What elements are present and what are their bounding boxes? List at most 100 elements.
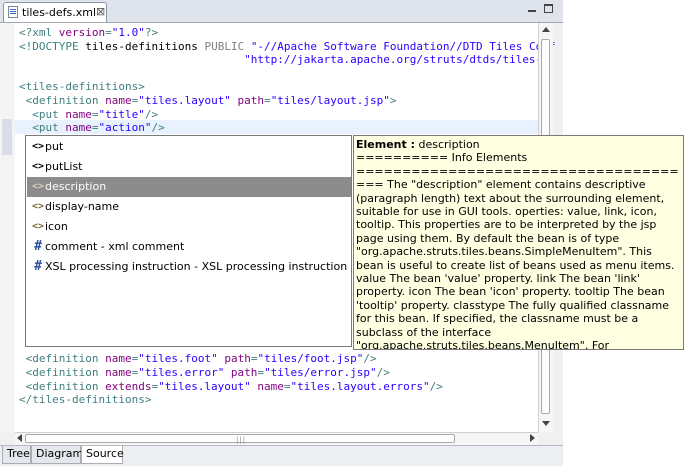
code-token: <definition <box>19 366 106 379</box>
proposal-item[interactable]: <> put <box>27 137 351 157</box>
info-header-value: description <box>415 138 480 151</box>
info-text: Element : description ========== Info El… <box>356 138 682 350</box>
code-token: /> <box>376 366 390 379</box>
proposal-label: icon <box>45 220 68 233</box>
code-token: PUBLIC <box>204 39 251 53</box>
scroll-left-icon[interactable] <box>17 434 22 442</box>
proposal-item-selected[interactable]: <> description <box>27 177 351 197</box>
proposal-label: putList <box>45 160 83 173</box>
code-line[interactable]: <put name="title"/> <box>19 108 158 122</box>
code-token: "http://jakarta.apache.org/struts/dtds/t… <box>19 53 549 67</box>
editor-tab[interactable]: tiles-defs.xml ⊠ <box>3 2 107 22</box>
code-token: extends <box>105 379 152 393</box>
code-line[interactable]: </tiles-definitions> <box>19 393 151 407</box>
editor-page-tabs: Tree Diagram Source <box>0 445 563 466</box>
element-optional-icon: <> <box>31 221 45 232</box>
code-token: name <box>65 107 92 121</box>
element-icon: <> <box>31 161 45 172</box>
code-token: <definition <box>19 352 106 366</box>
tab-tree[interactable]: Tree <box>2 446 31 464</box>
proposal-item[interactable]: # comment - xml comment <box>27 237 351 257</box>
code-token: <definition <box>19 379 106 393</box>
code-token: "tiles/layout.jsp" <box>270 94 390 107</box>
close-tab-icon[interactable]: ⊠ <box>96 5 105 18</box>
tab-diagram[interactable]: Diagram <box>31 446 83 464</box>
content-assist-popup: <> put <> putList <> description <> disp… <box>25 135 352 347</box>
horizontal-scrollbar[interactable]: ||| <box>15 432 538 445</box>
code-token: = <box>105 26 112 39</box>
tab-source[interactable]: Source <box>81 446 124 464</box>
code-token: /> <box>363 352 377 366</box>
code-token: "tiles.foot" <box>138 352 218 366</box>
element-icon: <> <box>31 141 45 152</box>
editor-tab-bar: tiles-defs.xml ⊠ <box>0 0 563 23</box>
code-line[interactable]: <definition extends="tiles.layout" name=… <box>19 380 443 394</box>
code-token: "-//Apache Software Foundation//DTD Tile… <box>250 39 556 53</box>
ruler-highlight <box>2 119 12 155</box>
comment-icon: # <box>34 239 42 254</box>
code-token: <put <box>19 121 66 135</box>
editor-tab-title: tiles-defs.xml <box>22 6 97 19</box>
code-token: name <box>250 379 284 393</box>
code-token: "tiles.layout" <box>138 94 231 107</box>
code-token: "title" <box>98 107 145 121</box>
proposal-label: XSL processing instruction - XSL process… <box>45 260 348 273</box>
element-optional-icon: <> <box>31 181 45 192</box>
code-token: tiles-definitions <box>85 39 205 53</box>
editor-left-ruler <box>0 23 16 432</box>
code-line[interactable]: <definition name="tiles.foot" path="tile… <box>19 352 377 366</box>
code-token: "1.0" <box>111 26 145 39</box>
proposal-label: display-name <box>45 200 120 213</box>
code-token: path <box>224 366 258 379</box>
code-line[interactable]: "http://jakarta.apache.org/struts/dtds/t… <box>19 53 549 67</box>
code-token: > <box>389 94 397 107</box>
horizontal-scroll-thumb[interactable]: ||| <box>25 434 455 444</box>
xml-file-icon <box>8 6 18 18</box>
code-token: version <box>58 26 106 39</box>
additional-info-popup: Element : description ========== Info El… <box>353 135 684 350</box>
code-token: path <box>217 352 251 366</box>
code-token: name <box>65 121 92 135</box>
scroll-down-icon[interactable] <box>542 421 550 426</box>
proposal-label: put <box>45 140 64 153</box>
code-token: path <box>230 94 265 107</box>
code-token: name <box>105 352 132 366</box>
code-token: <definition <box>19 94 106 107</box>
code-token: name <box>105 94 132 107</box>
code-line[interactable]: <!DOCTYPE tiles-definitions PUBLIC "-//A… <box>19 40 555 54</box>
code-token: name <box>105 366 132 379</box>
code-token: "tiles/error.jsp" <box>264 366 377 379</box>
maximize-icon[interactable] <box>544 4 553 13</box>
code-token: = <box>264 94 271 107</box>
info-body: ========== Info Elements ===============… <box>356 151 679 350</box>
minimize-icon[interactable] <box>527 4 537 14</box>
code-token: ?> <box>144 26 159 39</box>
code-token: <put <box>19 107 66 121</box>
info-header-label: Element : <box>356 138 415 151</box>
code-token: "action" <box>98 121 152 135</box>
code-token: "tiles.error" <box>138 366 225 379</box>
proposal-item[interactable]: <> display-name <box>27 197 351 217</box>
code-token: <tiles-definitions> <box>19 80 145 94</box>
code-token: /> <box>429 379 443 393</box>
code-line[interactable]: <definition name="tiles.layout" path="ti… <box>19 94 397 108</box>
code-token: <!DOCTYPE <box>19 39 86 53</box>
code-line[interactable]: <?xml version="1.0"?> <box>19 26 158 40</box>
code-line[interactable]: <put name="action"/> <box>19 121 165 135</box>
code-token: "tiles.layout.errors" <box>290 379 430 393</box>
code-token: = <box>283 379 291 393</box>
scroll-right-icon[interactable] <box>530 434 535 442</box>
scroll-up-icon[interactable] <box>542 27 550 32</box>
proposal-item[interactable]: <> icon <box>27 217 351 237</box>
proposal-label: description <box>45 180 107 193</box>
code-line[interactable]: <definition name="tiles.error" path="til… <box>19 366 390 380</box>
code-token: </tiles-definitions> <box>19 393 152 407</box>
element-optional-icon: <> <box>31 201 45 212</box>
scroll-grip-icon: ||| <box>236 436 247 444</box>
code-token: "tiles.layout" <box>158 379 251 393</box>
proposal-item[interactable]: # XSL processing instruction - XSL proce… <box>27 257 351 277</box>
proposal-item[interactable]: <> putList <box>27 157 351 177</box>
proposal-label: comment - xml comment <box>45 240 185 253</box>
code-line[interactable]: <tiles-definitions> <box>19 80 145 94</box>
code-token: /> <box>151 121 165 135</box>
